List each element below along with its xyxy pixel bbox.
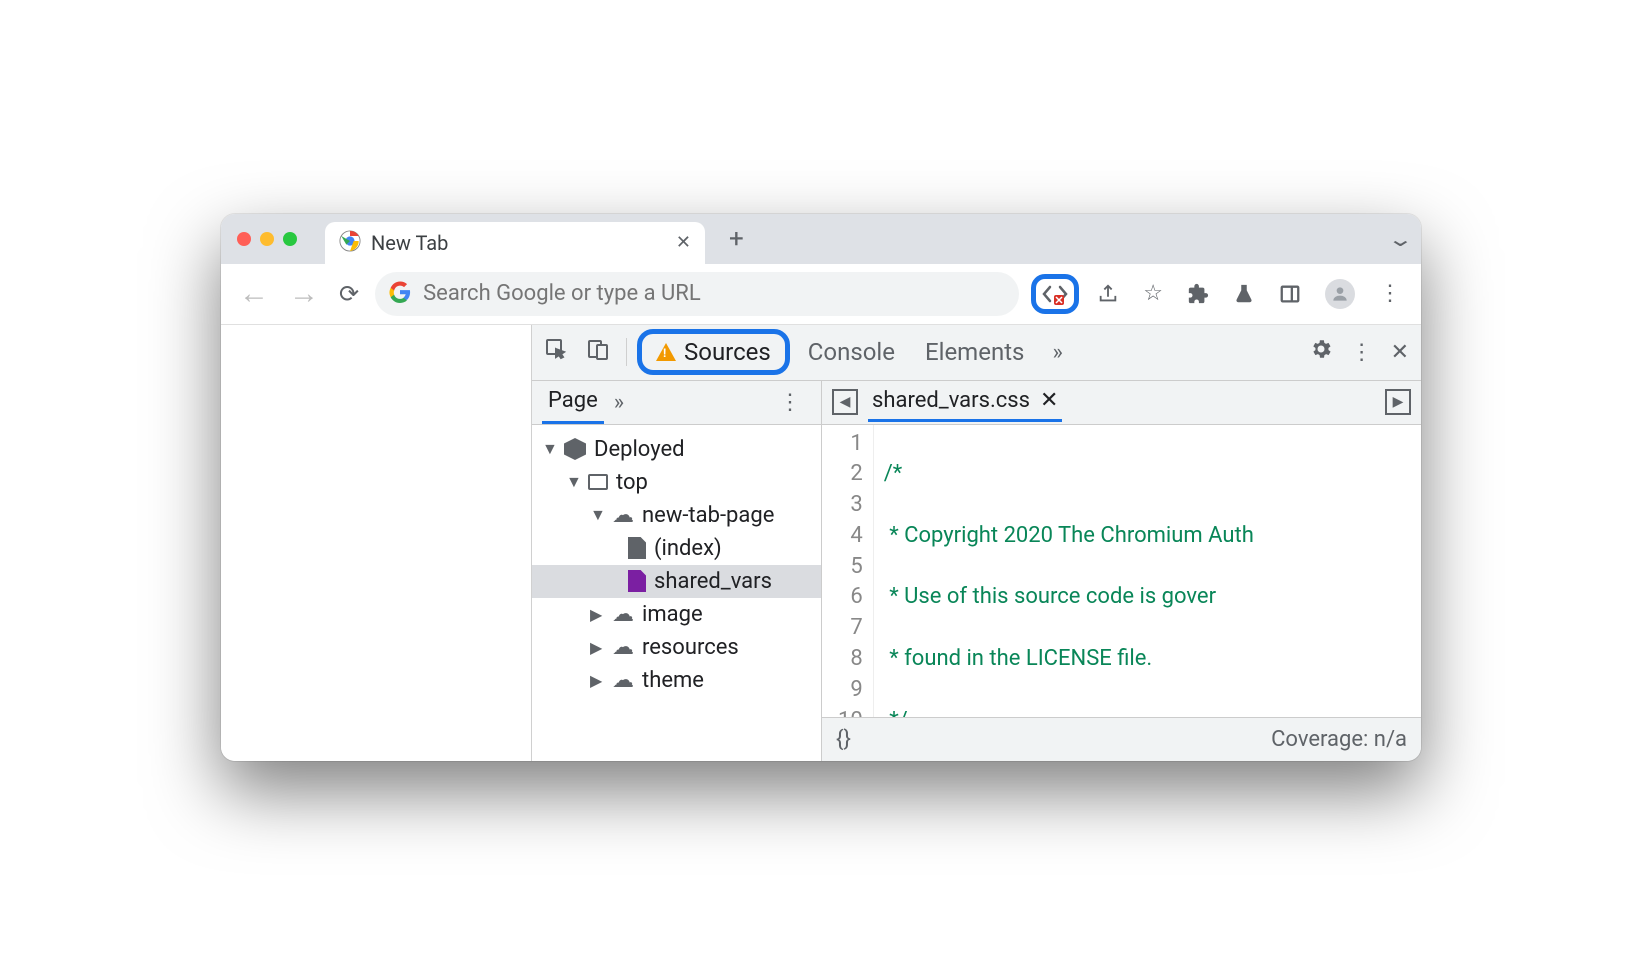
editor-history-back-icon[interactable]: ◀ bbox=[832, 389, 858, 415]
devtools-body: Page » ⋮ ▼Deployed ▼top ▼☁new-tab-page (… bbox=[532, 381, 1421, 761]
cloud-icon: ☁ bbox=[612, 668, 634, 693]
chrome-menu-icon[interactable]: ⋮ bbox=[1373, 281, 1407, 306]
new-tab-button[interactable]: + bbox=[729, 224, 744, 254]
address-bar[interactable] bbox=[375, 272, 1019, 316]
forward-button[interactable]: → bbox=[285, 279, 323, 309]
cloud-icon: ☁ bbox=[612, 503, 634, 528]
navigator-panel: Page » ⋮ ▼Deployed ▼top ▼☁new-tab-page (… bbox=[532, 381, 822, 761]
editor-tabs: ◀ shared_vars.css ✕ ▶ bbox=[822, 381, 1421, 425]
google-icon bbox=[389, 281, 411, 307]
minimize-window-button[interactable] bbox=[260, 232, 274, 246]
close-devtools-icon[interactable]: ✕ bbox=[1385, 336, 1415, 369]
window-controls bbox=[233, 232, 305, 246]
close-tab-icon[interactable]: ✕ bbox=[676, 232, 691, 253]
line-gutter: 123 456 789 101112 bbox=[822, 425, 874, 717]
reload-button[interactable]: ⟳ bbox=[335, 280, 363, 308]
devtools-tab-bar: Sources Console Elements » ⋮ ✕ bbox=[532, 325, 1421, 381]
inspect-element-icon[interactable] bbox=[538, 333, 574, 371]
bookmark-icon[interactable]: ☆ bbox=[1137, 281, 1169, 306]
close-window-button[interactable] bbox=[237, 232, 251, 246]
address-input[interactable] bbox=[423, 281, 1005, 306]
page-tab[interactable]: Page bbox=[542, 380, 604, 424]
cube-icon bbox=[564, 438, 586, 460]
tab-search-button[interactable]: ⌄ bbox=[1387, 227, 1414, 251]
tree-item-index[interactable]: (index) bbox=[532, 532, 821, 565]
page-viewport bbox=[221, 325, 531, 761]
tree-item-new-tab-page[interactable]: ▼☁new-tab-page bbox=[532, 499, 821, 532]
tab-title: New Tab bbox=[371, 231, 448, 255]
separator bbox=[626, 338, 627, 366]
tab-strip: New Tab ✕ + ⌄ bbox=[221, 214, 1421, 264]
warning-icon bbox=[656, 343, 676, 361]
cloud-icon: ☁ bbox=[612, 602, 634, 627]
more-tabs-icon[interactable]: » bbox=[1042, 340, 1072, 365]
file-icon bbox=[628, 570, 646, 592]
sources-tab[interactable]: Sources bbox=[637, 329, 790, 375]
devtools-error-indicator[interactable] bbox=[1031, 274, 1079, 314]
tree-item-theme[interactable]: ▶☁theme bbox=[532, 664, 821, 697]
tree-item-top[interactable]: ▼top bbox=[532, 466, 821, 499]
labs-icon[interactable] bbox=[1227, 283, 1261, 305]
tree-item-shared-vars[interactable]: shared_vars bbox=[532, 565, 821, 598]
back-button[interactable]: ← bbox=[235, 279, 273, 309]
console-tab[interactable]: Console bbox=[796, 330, 907, 374]
settings-icon[interactable] bbox=[1303, 333, 1339, 371]
browser-window: New Tab ✕ + ⌄ ← → ⟳ ☆ ⋮ bbox=[221, 214, 1421, 761]
coverage-status: Coverage: n/a bbox=[1271, 727, 1407, 752]
editor-history-forward-icon[interactable]: ▶ bbox=[1385, 389, 1411, 415]
extensions-icon[interactable] bbox=[1181, 283, 1215, 305]
code-editor[interactable]: 123 456 789 101112 /* * Copyright 2020 T… bbox=[822, 425, 1421, 717]
browser-toolbar: ← → ⟳ ☆ ⋮ bbox=[221, 264, 1421, 325]
navigator-menu-icon[interactable]: ⋮ bbox=[769, 390, 811, 415]
editor-panel: ◀ shared_vars.css ✕ ▶ 123 456 789 101112 bbox=[822, 381, 1421, 761]
tree-item-image[interactable]: ▶☁image bbox=[532, 598, 821, 631]
tree-item-deployed[interactable]: ▼Deployed bbox=[532, 433, 821, 466]
device-toolbar-icon[interactable] bbox=[580, 333, 616, 371]
pretty-print-icon[interactable]: {} bbox=[836, 727, 851, 752]
chrome-logo-icon bbox=[339, 230, 361, 256]
tree-item-resources[interactable]: ▶☁resources bbox=[532, 631, 821, 664]
file-icon bbox=[628, 537, 646, 559]
sources-tab-label: Sources bbox=[684, 338, 771, 366]
navigator-tabs: Page » ⋮ bbox=[532, 381, 821, 425]
file-tree: ▼Deployed ▼top ▼☁new-tab-page (index) sh… bbox=[532, 425, 821, 705]
browser-tab[interactable]: New Tab ✕ bbox=[325, 222, 705, 264]
editor-file-name: shared_vars.css bbox=[872, 388, 1030, 413]
profile-avatar[interactable] bbox=[1319, 279, 1361, 309]
editor-footer: {} Coverage: n/a bbox=[822, 717, 1421, 761]
devtools-panel: Sources Console Elements » ⋮ ✕ Page » ⋮ bbox=[531, 325, 1421, 761]
navigator-more-icon[interactable]: » bbox=[604, 390, 634, 415]
side-panel-icon[interactable] bbox=[1273, 283, 1307, 305]
content-area: Sources Console Elements » ⋮ ✕ Page » ⋮ bbox=[221, 325, 1421, 761]
frame-icon bbox=[588, 474, 608, 490]
close-file-icon[interactable]: ✕ bbox=[1040, 388, 1058, 413]
code-content: /* * Copyright 2020 The Chromium Auth * … bbox=[874, 425, 1254, 717]
elements-tab[interactable]: Elements bbox=[913, 330, 1036, 374]
maximize-window-button[interactable] bbox=[283, 232, 297, 246]
editor-file-tab[interactable]: shared_vars.css ✕ bbox=[868, 382, 1062, 422]
devtools-menu-icon[interactable]: ⋮ bbox=[1345, 336, 1379, 369]
share-icon[interactable] bbox=[1091, 283, 1125, 305]
cloud-icon: ☁ bbox=[612, 635, 634, 660]
